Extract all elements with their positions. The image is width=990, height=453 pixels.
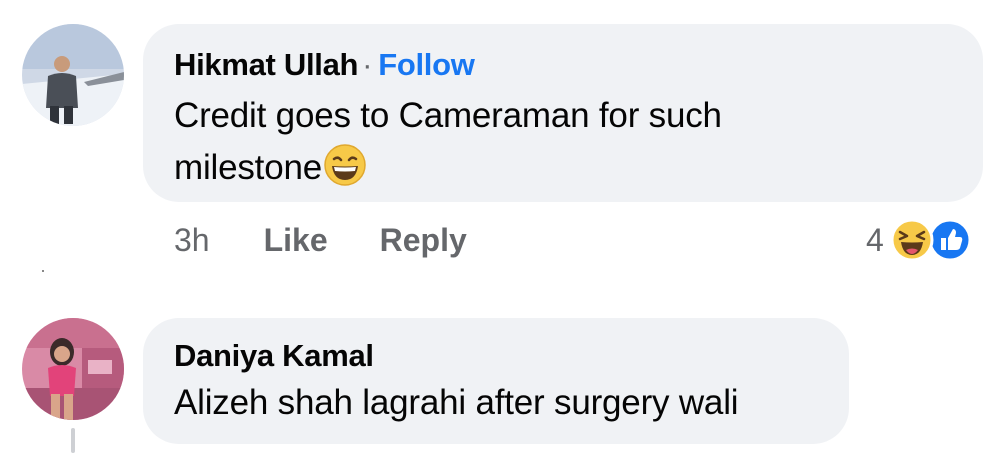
comment-timestamp[interactable]: 3h [174, 220, 210, 260]
haha-reaction-icon [890, 218, 934, 267]
avatar-hikmat-ullah[interactable] [22, 24, 124, 126]
thread-connector-line [71, 428, 75, 453]
grinning-squinting-face-icon [323, 143, 367, 187]
reaction-count: 4 [866, 222, 884, 258]
author-name[interactable]: Daniya Kamal [174, 338, 374, 373]
comment-text: Alizeh shah lagrahi after surgery wali [174, 383, 739, 422]
like-button[interactable]: Like [264, 220, 328, 260]
comment-actions: 3h Like Reply [174, 220, 467, 260]
stray-dot [42, 270, 44, 272]
comment-bubble: Hikmat Ullah · Follow Credit goes to Camer… [143, 24, 983, 202]
author-name[interactable]: Hikmat Ullah [174, 47, 358, 82]
avatar-daniya-kamal[interactable] [22, 318, 124, 420]
reaction-icons [890, 218, 978, 262]
comment-bubble: Daniya Kamal Alizeh shah lagrahi after s… [143, 318, 849, 444]
follow-button[interactable]: Follow [378, 47, 475, 82]
comment-text-line-1: Credit goes to Cameraman for such [174, 96, 722, 135]
comment-text: Credit goes to Cameraman for such milest… [174, 90, 983, 194]
reply-button[interactable]: Reply [380, 220, 467, 260]
like-reaction-icon [928, 218, 972, 267]
reaction-summary[interactable]: 4 [866, 218, 978, 262]
comment-author-line: Daniya Kamal [174, 337, 849, 375]
separator-dot: · [362, 47, 373, 82]
comment-author-line: Hikmat Ullah · Follow [174, 46, 983, 84]
comment-text-line-2: milestone [174, 142, 983, 194]
comment-text-word: milestone [174, 148, 322, 187]
